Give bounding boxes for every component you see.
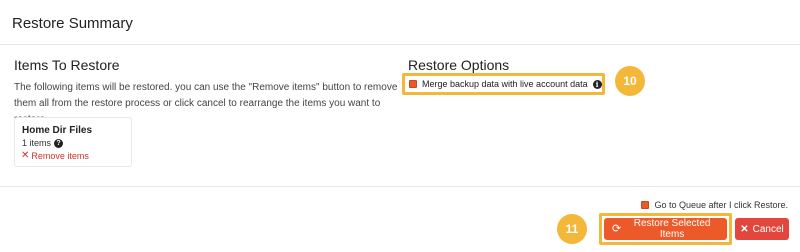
- page-title: Restore Summary: [12, 15, 133, 32]
- items-to-restore-title: Items To Restore: [14, 57, 120, 73]
- remove-items-link[interactable]: ✕ Remove items: [21, 150, 89, 161]
- remove-items-label: Remove items: [31, 150, 89, 161]
- restore-button-label: Restore Selected Items: [633, 218, 711, 240]
- item-count-row: 1 items ?: [22, 138, 64, 148]
- queue-checkbox[interactable]: [641, 201, 650, 209]
- close-icon: ✕: [740, 223, 749, 235]
- restore-options-title: Restore Options: [408, 57, 510, 73]
- item-count: 1 items: [22, 138, 52, 148]
- close-icon: ✕: [21, 150, 30, 161]
- footer-divider: [0, 186, 800, 187]
- merge-option-row[interactable]: Merge backup data with live account data…: [409, 79, 602, 89]
- cancel-button-label: Cancel: [752, 223, 784, 235]
- header-divider: [0, 44, 800, 45]
- queue-option-row[interactable]: Go to Queue after I click Restore.: [641, 200, 788, 210]
- home-dir-files-card: Home Dir Files 1 items ? ✕ Remove items: [14, 117, 132, 167]
- queue-label: Go to Queue after I click Restore.: [654, 200, 788, 210]
- cancel-button[interactable]: ✕ Cancel: [735, 218, 789, 240]
- step-badge-10: 10: [615, 66, 645, 96]
- item-card-title: Home Dir Files: [22, 125, 93, 136]
- info-icon[interactable]: i: [592, 79, 602, 89]
- refresh-icon: ⟳: [612, 222, 622, 235]
- merge-label: Merge backup data with live account data: [422, 79, 588, 89]
- help-icon[interactable]: ?: [54, 138, 64, 148]
- merge-checkbox[interactable]: [409, 80, 417, 88]
- restore-selected-items-button[interactable]: ⟳ Restore Selected Items: [604, 218, 727, 240]
- step-badge-11: 11: [557, 214, 587, 244]
